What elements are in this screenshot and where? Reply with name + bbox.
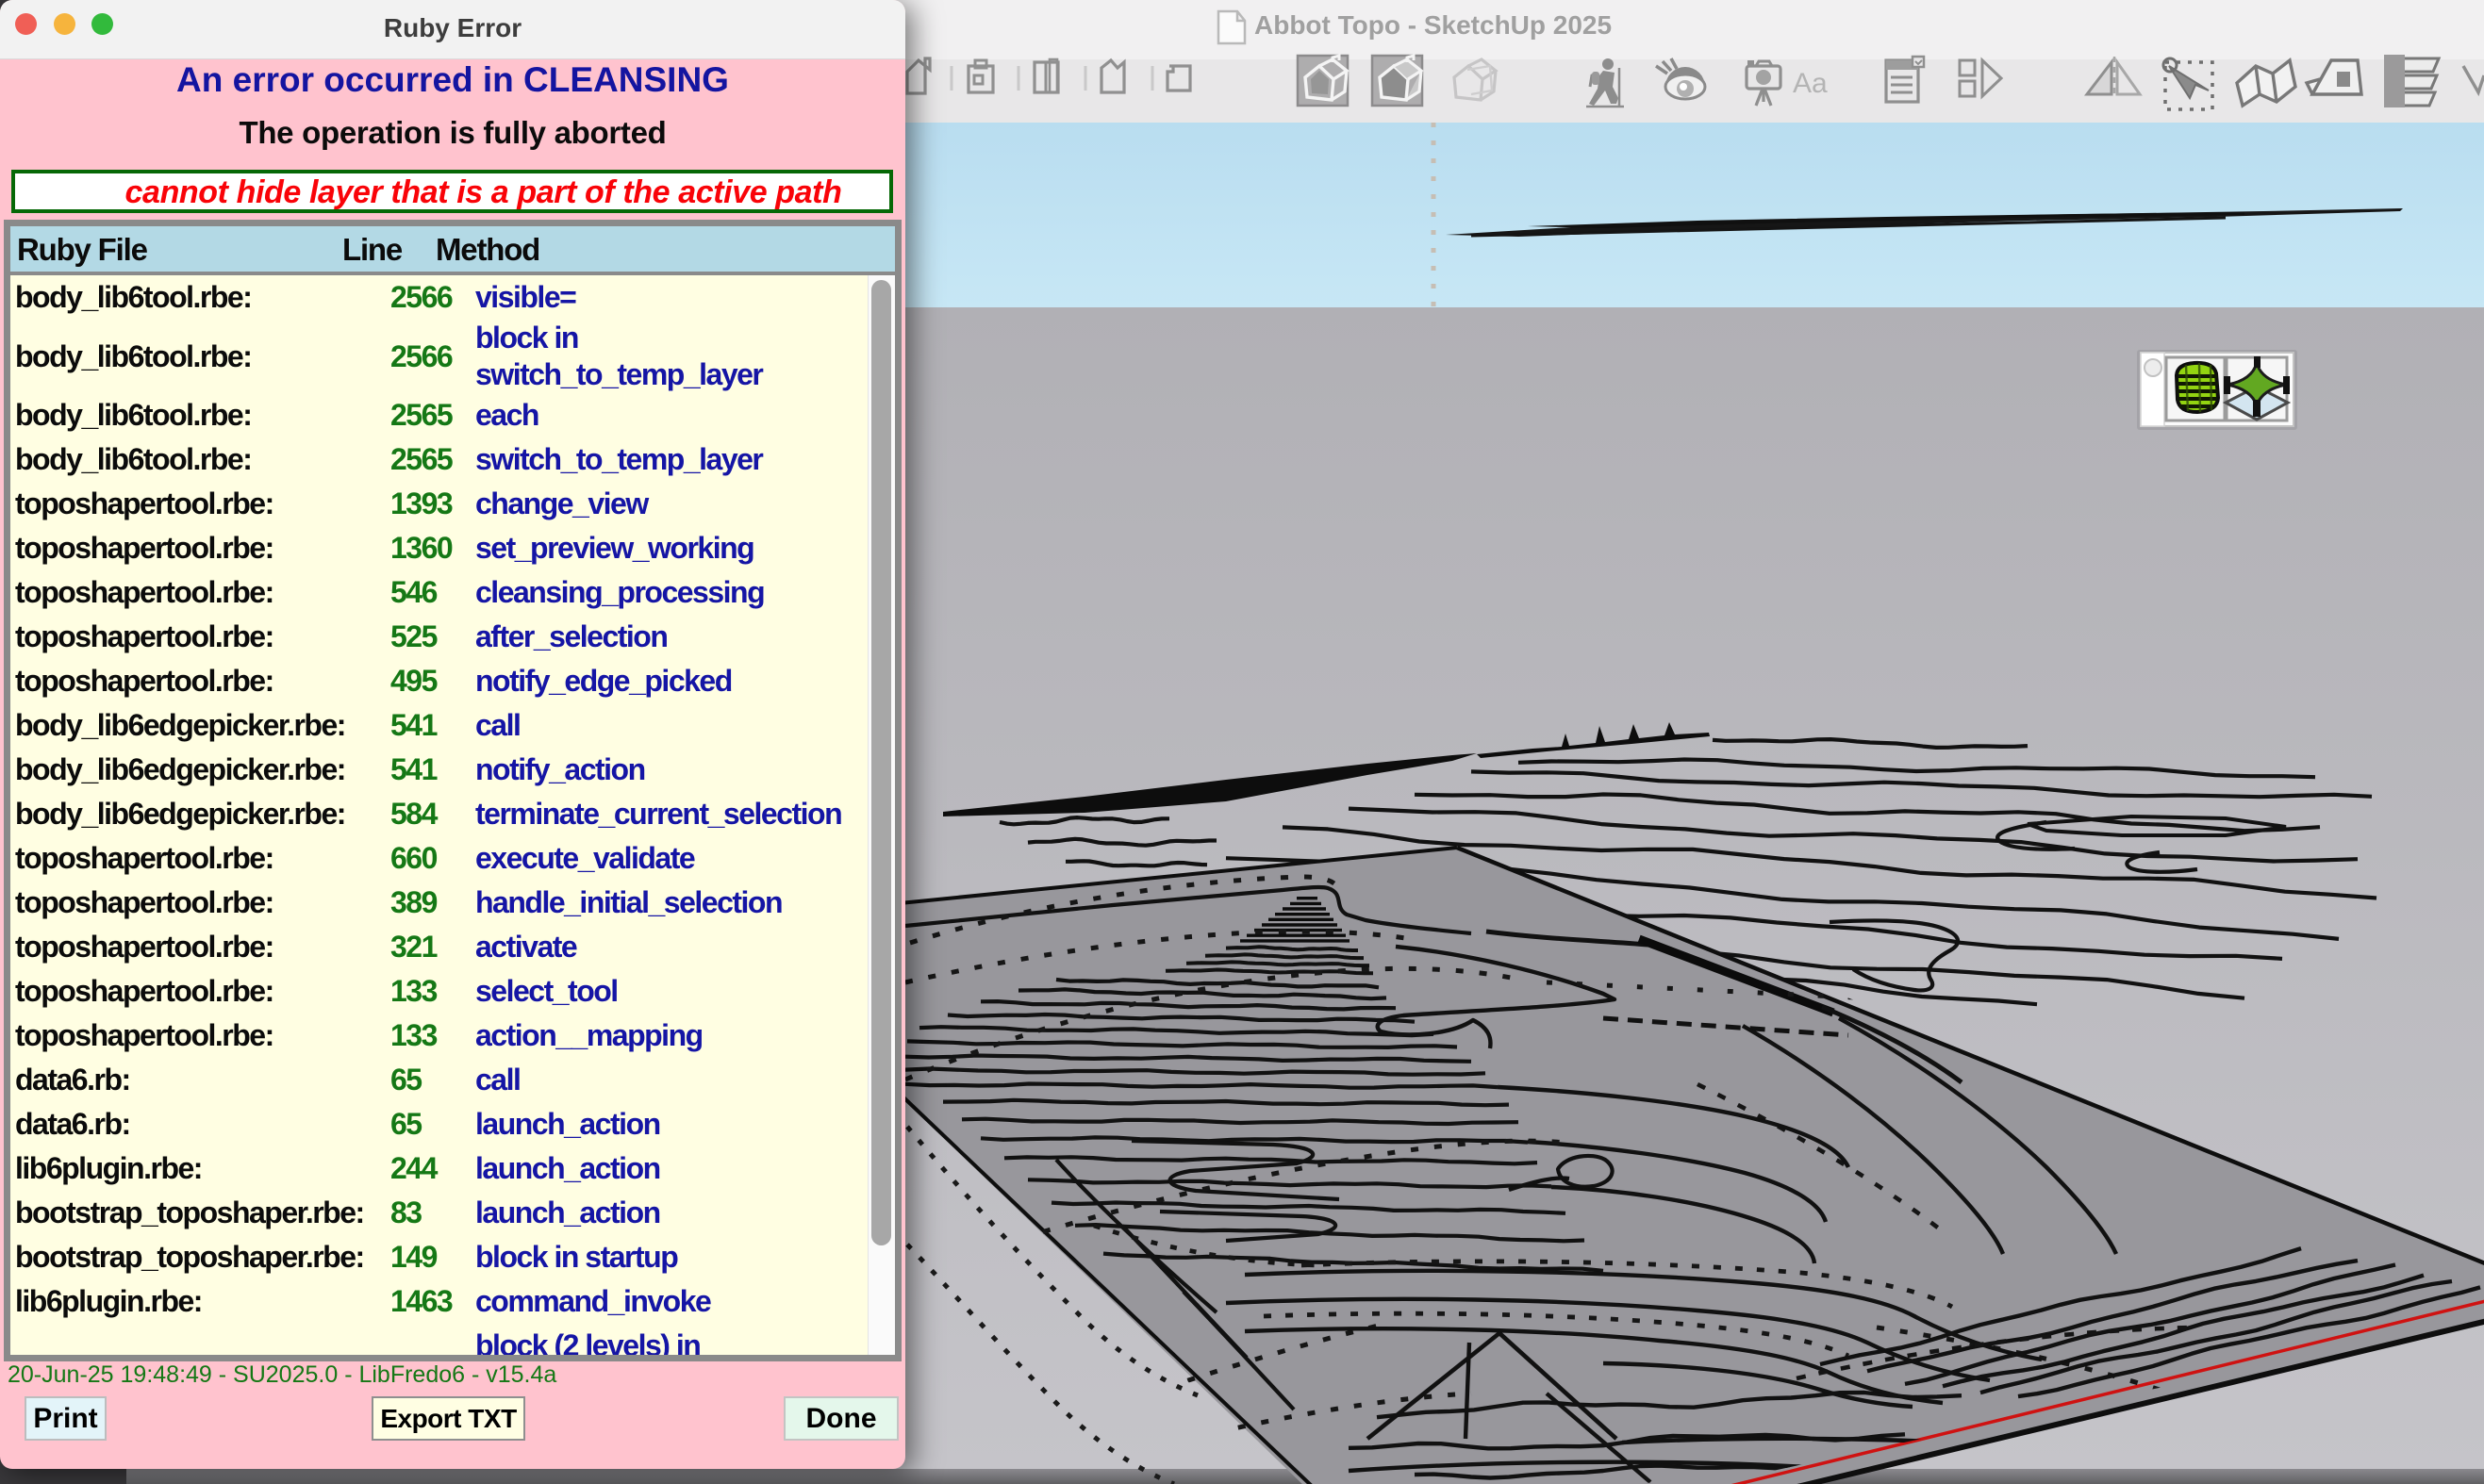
- svg-text:Aa: Aa: [1793, 68, 1828, 99]
